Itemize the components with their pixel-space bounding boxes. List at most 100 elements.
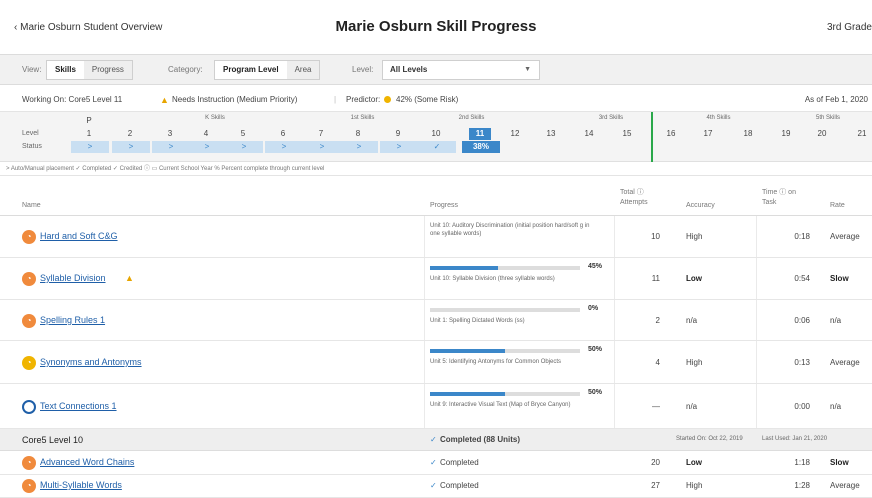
group-started: Started On: Oct 22, 2019 [676,436,743,442]
group-name: Core5 Level 10 [22,435,84,445]
predictor-dot-icon [384,95,391,104]
level-14[interactable]: 14 [578,128,600,140]
rate: Average [830,232,860,241]
total-attempts: 20 [651,458,660,467]
level-group-label: 4th Skills [706,115,731,121]
unit-description: Unit 10: Auditory Discrimination (initia… [430,223,590,237]
working-on-text: Working On: Core5 Level 11 [22,95,123,104]
table-row[interactable]: ◔ Spelling Rules 1 0% Unit 1: Spelling Dict… [0,300,872,341]
accuracy: n/a [686,316,698,325]
grade-label: 3rd Grade [826,22,872,33]
rate: n/a [830,402,842,411]
orange-skill-icon: ◔ [22,272,36,286]
level-3[interactable]: 3 [159,128,181,140]
status: Completed [440,458,479,467]
total-attempts: — [652,402,660,411]
time-on-task: 0:13 [794,358,810,367]
progress-bar [430,349,580,353]
category-label: Category: [168,65,203,74]
category-program-level-button[interactable]: Program Level [215,61,287,79]
table-row[interactable]: ◔ Synonyms and Antonyms 50% Unit 5: Identif… [0,341,872,384]
level-15[interactable]: 15 [616,128,638,140]
col-rate[interactable]: Rate [830,202,845,209]
table-row[interactable]: ◔ Advanced Word Chains ✓ Completed 20 Low 1:18… [0,452,872,475]
status-placed: > [380,141,418,153]
progress-percent: 50% [588,346,603,353]
rate: Slow [830,458,849,467]
skill-name-link[interactable]: Spelling Rules 1 [40,315,105,325]
skill-name-link[interactable]: Text Connections 1 [40,401,117,411]
status-placed: > [265,141,303,153]
level-12[interactable]: 12 [504,128,526,140]
col-progress[interactable]: Progress [430,202,458,209]
group-last-used: Last Used: Jan 21, 2020 [762,436,828,442]
col-total-attempts[interactable]: Total ⓘ Attempts [620,188,660,208]
level-group-label: 5th Skills [815,115,840,121]
col-accuracy[interactable]: Accuracy [686,202,715,209]
category-area-button[interactable]: Area [287,61,320,79]
level-P[interactable]: P [78,115,100,127]
level-18[interactable]: 18 [737,128,759,140]
level-10[interactable]: 10 [425,128,447,140]
group-header-core5-level-10[interactable]: Core5 Level 10 ✓ Completed (88 Units) St… [0,429,872,451]
level-9[interactable]: 9 [387,128,409,140]
skill-name-link[interactable]: Hard and Soft C&G [40,231,118,241]
filter-bar: View: Skills Progress Category: Program … [0,55,872,85]
view-toggle: Skills Progress [46,60,133,80]
view-skills-button[interactable]: Skills [47,61,84,79]
level-8[interactable]: 8 [347,128,369,140]
level-select[interactable]: All Levels ▼ [382,60,540,80]
needs-instruction-text: Needs Instruction (Medium Priority) [172,95,298,104]
status-placed: > [188,141,226,153]
skill-name-link[interactable]: Multi-Syllable Words [40,480,122,490]
progress-bar-fill [430,392,505,396]
col-name[interactable]: Name [22,202,41,209]
col-time-on-task[interactable]: Time ⓘ on Task [762,188,802,208]
level-17[interactable]: 17 [697,128,719,140]
level-2[interactable]: 2 [119,128,141,140]
skill-name-link[interactable]: Synonyms and Antonyms [40,357,142,367]
level-select-value: All Levels [390,65,428,74]
table-row[interactable]: ◔ Hard and Soft C&G Unit 10: Auditory Disc… [0,216,872,258]
level-11[interactable]: 11 [469,128,491,140]
table-row[interactable]: ◔ Syllable Division ▲ 45% Unit 10: Syllable … [0,258,872,300]
total-attempts: 27 [651,481,660,490]
level-5[interactable]: 5 [232,128,254,140]
progress-bar [430,392,580,396]
level-7[interactable]: 7 [310,128,332,140]
view-progress-button[interactable]: Progress [84,61,132,79]
time-on-task: 1:28 [794,481,810,490]
predictor-value: 42% (Some Risk) [396,95,459,104]
level-20[interactable]: 20 [811,128,833,140]
level-16[interactable]: 16 [660,128,682,140]
accuracy: Low [686,274,702,283]
table-row[interactable]: Text Connections 1 50% Unit 9: Interactive… [0,384,872,429]
level-21[interactable]: 21 [851,128,872,140]
total-attempts: 11 [651,274,660,283]
level-label: Level: [352,65,374,74]
orange-skill-icon: ◔ [22,230,36,244]
total-attempts: 2 [655,316,660,325]
level-group-label: 3rd Skills [598,115,624,121]
level-13[interactable]: 13 [540,128,562,140]
skill-name-link[interactable]: Advanced Word Chains [40,457,134,467]
level-4[interactable]: 4 [195,128,217,140]
grade-marker [651,112,653,162]
total-attempts: 10 [651,232,660,241]
status-placed: > [152,141,190,153]
table-row[interactable]: ◔ Multi-Syllable Words ✓ Completed 27 High 1:2… [0,475,872,498]
level-1[interactable]: 1 [78,128,100,140]
skill-name-link[interactable]: Syllable Division [40,273,106,283]
time-on-task: 0:06 [794,316,810,325]
progress-bar-fill [430,266,498,270]
time-on-task: 1:18 [794,458,810,467]
level-6[interactable]: 6 [272,128,294,140]
warning-icon: ▲ [160,95,169,105]
unit-description: Unit 10: Syllable Division (three syllab… [430,276,555,282]
time-on-task: 0:18 [794,232,810,241]
progress-percent: 50% [588,389,603,396]
status-current-percent: 38% [462,141,500,153]
status-row-label: Status [22,143,42,150]
level-19[interactable]: 19 [775,128,797,140]
rate: Average [830,358,860,367]
